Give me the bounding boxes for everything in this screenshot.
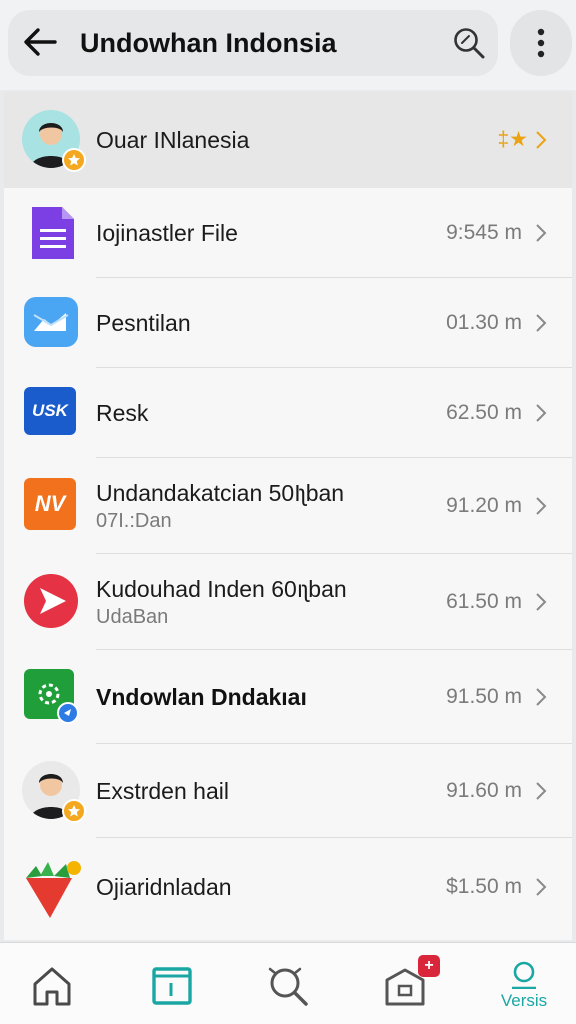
search-button[interactable] (446, 20, 492, 66)
list-item-meta: 91.20 m (446, 494, 522, 517)
bottom-navigation: + Versis (0, 942, 576, 1024)
arrow-left-icon (24, 28, 57, 56)
list-item-meta: 62.50 m (446, 401, 522, 424)
chevron-right-icon (536, 224, 547, 242)
list-item-title: Iojinastler File (96, 220, 238, 246)
page-title: Undowhan Indonsia (80, 28, 337, 58)
list-item-title: Ojiaridnladan (96, 874, 232, 900)
list-item[interactable]: USK Resk 62.50 m (4, 368, 572, 458)
list-item[interactable]: Pesntilan 01.30 m (4, 278, 572, 368)
back-button[interactable] (16, 16, 64, 68)
play-icon (22, 572, 82, 632)
list-item-subtitle: UdaBan (96, 606, 169, 628)
list-item-meta: $1.50 m (446, 875, 522, 898)
list-item-meta: 91.50 m (446, 685, 522, 708)
list-item[interactable]: Exstrden hail 91.60 m (4, 744, 572, 838)
list-item-subtitle: 07I.:Dan (96, 510, 172, 532)
document-icon (22, 203, 82, 263)
list-item-meta: 61.50 m (446, 590, 522, 613)
search-icon (454, 28, 485, 59)
search-icon (268, 967, 308, 1006)
list-item-title: Vndowlan Dndakıaı (96, 684, 307, 710)
list-item[interactable]: Iojinastler File 9:545 m (4, 188, 572, 278)
gear-icon (22, 667, 82, 727)
nav-search[interactable] (240, 951, 336, 1021)
list-item[interactable]: NV Undandakatcian 50Iʅban 07I.:Dan 91.20… (4, 458, 572, 554)
flower-icon (22, 858, 82, 918)
usk-logo-text: USK (24, 387, 76, 435)
more-options-button[interactable] (510, 10, 572, 76)
list-item[interactable]: Ojiaridnladan $1.50 m (4, 838, 572, 940)
list-item-title: Exstrden hail (96, 778, 229, 804)
chevron-right-icon (536, 497, 547, 515)
star-badge-icon (62, 799, 86, 823)
nav-folder[interactable] (124, 951, 220, 1021)
list-item-title: Kudouhad Inden 60ıʅban (96, 576, 347, 602)
content-list: Ouar INlanesia ‡★ Iojinastler File 9:545… (4, 92, 572, 940)
nv-logo-icon: NV (22, 476, 82, 536)
avatar-icon (22, 761, 86, 823)
chevron-right-icon (536, 593, 547, 611)
profile-name: Ouar INlanesia (96, 127, 250, 153)
chevron-right-icon (536, 782, 547, 800)
folder-icon (152, 967, 192, 1005)
chevron-right-icon (536, 688, 547, 706)
home-icon (33, 967, 71, 1006)
notification-badge: + (418, 955, 440, 977)
top-app-bar: Undowhan Indonsia (0, 0, 576, 90)
list-item-meta: 9:545 m (446, 221, 522, 244)
star-badge-icon (62, 148, 86, 172)
avatar (22, 110, 86, 172)
chevron-right-icon (536, 878, 547, 896)
more-vertical-icon (537, 28, 545, 58)
chevron-right-icon (536, 131, 547, 149)
nav-profile-label: Versis (500, 991, 548, 1010)
nav-inbox[interactable]: + (360, 951, 456, 1021)
nv-logo-text: NV (24, 478, 76, 530)
nav-home[interactable] (4, 951, 100, 1021)
list-item-meta: 01.30 m (446, 311, 522, 334)
profile-icon (512, 961, 536, 989)
list-item-meta: 91.60 m (446, 779, 522, 802)
list-item-title: Undandakatcian 50Iʅban (96, 480, 345, 506)
mail-icon (22, 293, 82, 353)
usk-logo-icon: USK (22, 383, 82, 443)
chevron-right-icon (536, 404, 547, 422)
list-item-title: Resk (96, 400, 149, 426)
nav-profile[interactable]: Versis (476, 951, 572, 1021)
list-item[interactable]: Kudouhad Inden 60ıʅban UdaBan 61.50 m (4, 554, 572, 650)
chevron-right-icon (536, 314, 547, 332)
list-item-title: Pesntilan (96, 310, 191, 336)
list-item[interactable]: Vndowlan Dndakıaı 91.50 m (4, 650, 572, 744)
profile-row[interactable]: Ouar INlanesia ‡★ (4, 92, 572, 188)
profile-badges: ‡★ (497, 128, 528, 151)
